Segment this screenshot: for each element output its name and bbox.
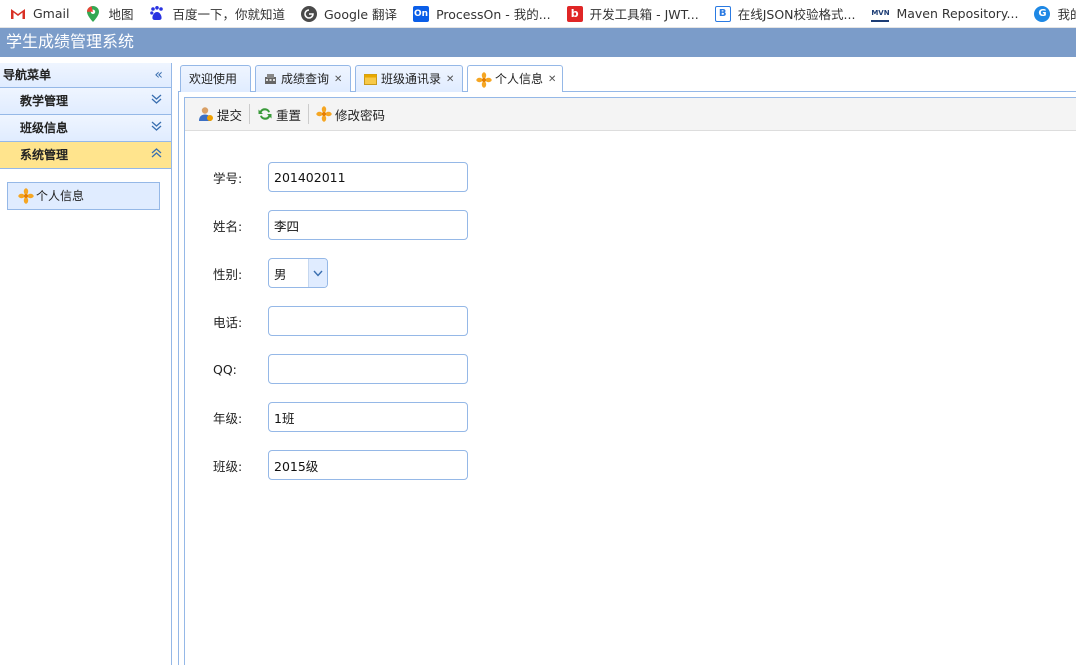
- student-id-input[interactable]: [268, 162, 468, 192]
- bookmark-maps[interactable]: 地图: [81, 0, 137, 27]
- tab-welcome[interactable]: 欢迎使用: [180, 65, 251, 92]
- nav-item-label: 系统管理: [20, 148, 69, 162]
- nav-item-teaching[interactable]: 教学管理: [0, 88, 171, 115]
- tab-label: 个人信息: [495, 72, 544, 86]
- nav-panel: 导航菜单 « 教学管理 班级信息 系统管理 个人信息: [0, 63, 172, 665]
- tab-label: 班级通讯录: [381, 71, 442, 86]
- toolbar-divider: [308, 104, 310, 124]
- tab-class-contacts[interactable]: 班级通讯录 ✕: [355, 65, 463, 92]
- qq-input[interactable]: [268, 354, 468, 384]
- user-submit-icon: [198, 106, 214, 122]
- gmail-icon: [10, 6, 26, 22]
- form-row-name: 姓名:: [213, 210, 468, 240]
- maven-icon: MVN: [871, 5, 890, 22]
- phone-input[interactable]: [268, 306, 468, 336]
- change-password-button[interactable]: 修改密码: [313, 102, 388, 126]
- google-translate-icon: [301, 5, 317, 22]
- expand-down-icon[interactable]: [151, 115, 162, 141]
- tab-label: 成绩查询: [281, 71, 330, 86]
- tab-grades[interactable]: 成绩查询 ✕: [255, 65, 351, 92]
- reset-button[interactable]: 重置: [254, 102, 304, 126]
- tab-bar: 欢迎使用 成绩查询 ✕ 班级通讯录 ✕ 个人信息 ✕: [178, 63, 1076, 93]
- maps-icon: [85, 5, 101, 22]
- form-row-qq: QQ:: [213, 354, 468, 384]
- nav-panel-header: 导航菜单 «: [0, 63, 171, 88]
- app-header: 学生成绩管理系统: [0, 28, 1076, 57]
- name-label: 姓名:: [213, 218, 243, 234]
- profile-icon: [18, 188, 34, 204]
- bookmark-zentao[interactable]: G 我的地盘: [1030, 0, 1076, 27]
- nav-item-label: 教学管理: [20, 94, 69, 108]
- bookmark-json[interactable]: B 在线JSON校验格式...: [711, 0, 860, 27]
- form-row-phone: 电话:: [213, 306, 468, 336]
- gender-select[interactable]: 男: [268, 258, 328, 288]
- form-row-gender: 性别: 男: [213, 258, 328, 288]
- qq-label: QQ:: [213, 361, 237, 377]
- bookmark-devtools[interactable]: b 开发工具箱 - JWT...: [563, 0, 703, 27]
- content-area: 提交 重置 修改密码 学号: 姓名:: [178, 92, 1076, 665]
- processon-icon: On: [413, 5, 430, 22]
- collapse-up-icon[interactable]: [151, 142, 162, 168]
- collapse-left-icon[interactable]: «: [154, 63, 163, 87]
- tab-profile[interactable]: 个人信息 ✕: [467, 65, 563, 93]
- close-icon[interactable]: ✕: [446, 67, 454, 92]
- submit-button[interactable]: 提交: [195, 102, 245, 126]
- toolbar-divider: [249, 104, 251, 124]
- nav-panel-title: 导航菜单: [3, 68, 52, 82]
- bookmark-maven[interactable]: MVN Maven Repository...: [867, 0, 1022, 27]
- nav-item-class-info[interactable]: 班级信息: [0, 115, 171, 142]
- app-title: 学生成绩管理系统: [6, 32, 135, 51]
- grade-label: 年级:: [213, 410, 243, 426]
- nav-item-system[interactable]: 系统管理: [0, 142, 171, 169]
- contacts-icon: [364, 73, 377, 85]
- nav-item-label: 班级信息: [20, 121, 69, 135]
- toolbar: 提交 重置 修改密码: [185, 98, 1076, 131]
- class-input[interactable]: [268, 450, 468, 480]
- name-input[interactable]: [268, 210, 468, 240]
- close-icon[interactable]: ✕: [548, 67, 556, 92]
- bookmark-baidu[interactable]: 百度一下，你就知道: [145, 0, 289, 27]
- json-icon: B: [714, 5, 731, 22]
- gender-label: 性别:: [213, 266, 243, 282]
- bookmark-google-translate[interactable]: Google 翻译: [297, 0, 401, 27]
- devtools-icon: b: [566, 5, 583, 22]
- nav-subitem-label: 个人信息: [36, 189, 85, 203]
- form-row-student-id: 学号:: [213, 162, 468, 192]
- profile-icon: [476, 71, 492, 88]
- tab-label: 欢迎使用: [189, 71, 238, 86]
- student-id-label: 学号:: [213, 170, 243, 186]
- baidu-icon: [149, 6, 165, 22]
- phone-label: 电话:: [213, 314, 243, 330]
- reload-icon: [257, 106, 273, 122]
- class-label: 班级:: [213, 458, 243, 474]
- expand-down-icon[interactable]: [151, 88, 162, 114]
- grade-input[interactable]: [268, 402, 468, 432]
- chevron-down-icon[interactable]: [308, 259, 327, 287]
- nav-subitem-profile[interactable]: 个人信息: [7, 182, 160, 210]
- close-icon[interactable]: ✕: [334, 67, 342, 92]
- gender-value: 男: [274, 266, 287, 282]
- bookmark-gmail[interactable]: Gmail: [6, 0, 73, 27]
- grades-icon: [264, 73, 277, 85]
- profile-panel: 提交 重置 修改密码 学号: 姓名:: [184, 97, 1076, 665]
- zentao-icon: G: [1034, 5, 1051, 22]
- form-row-class: 班级:: [213, 450, 468, 480]
- bookmark-processon[interactable]: On ProcessOn - 我的...: [409, 0, 555, 27]
- form-row-grade: 年级:: [213, 402, 468, 432]
- bookmarks-bar: Gmail 地图 百度一下，你就知道 Google 翻译 On ProcessO…: [0, 0, 1076, 28]
- asterisk-icon: [316, 106, 332, 122]
